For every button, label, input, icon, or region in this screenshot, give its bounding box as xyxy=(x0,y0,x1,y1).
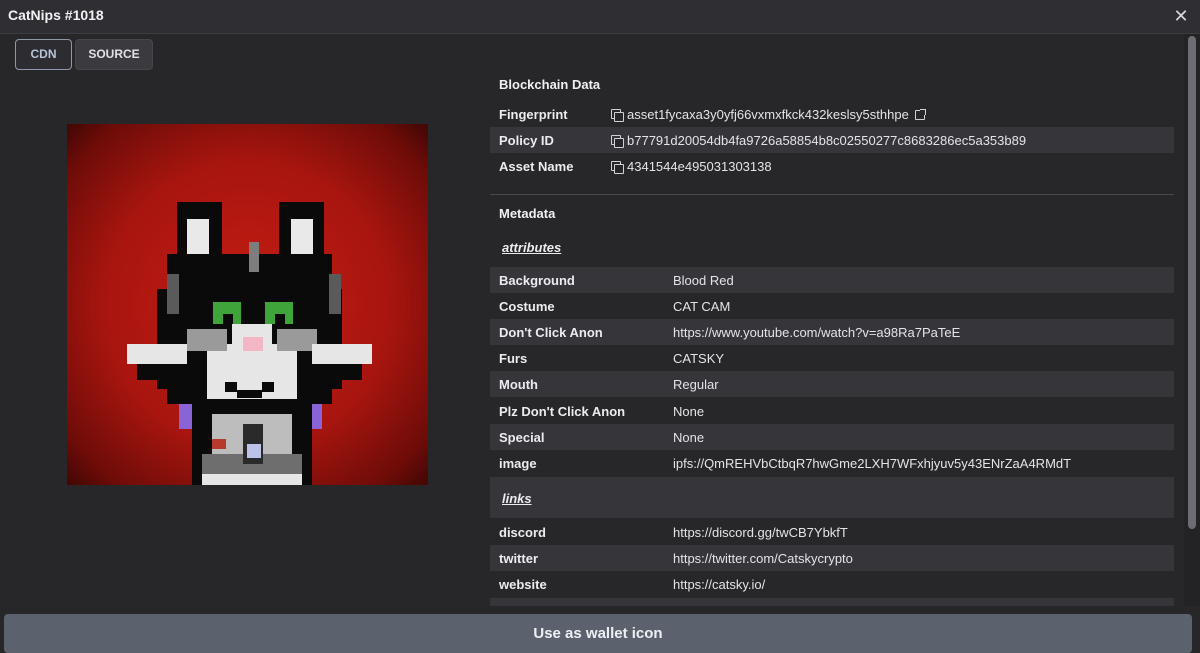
policy-id-value: b77791d20054db4fa9726a58854b8c02550277c8… xyxy=(627,133,1027,148)
copy-icon[interactable] xyxy=(611,109,624,122)
nft-image xyxy=(67,124,428,485)
table-row: Special None xyxy=(490,424,1174,450)
table-row: image ipfs://QmREHVbCtbqR7hwGme2LXH7WFxh… xyxy=(499,456,1072,471)
scrollbar-thumb[interactable] xyxy=(1188,36,1196,529)
table-row: Mouth Regular xyxy=(490,371,1174,397)
table-row: Furs CATSKY xyxy=(499,351,725,366)
footer: Use as wallet icon xyxy=(0,606,1200,653)
copy-icon[interactable] xyxy=(611,135,624,148)
modal-title: CatNips #1018 xyxy=(8,7,104,23)
tab-cdn[interactable]: CDN xyxy=(15,39,72,70)
fingerprint-value: asset1fycaxa3y0yfj66vxmxfkck432keslsy5st… xyxy=(627,107,926,122)
fingerprint-row: Fingerprint asset1fycaxa3y0yfj66vxmxfkck… xyxy=(490,101,1174,127)
attributes-subheading: attributes xyxy=(502,240,562,255)
table-row: discord https://discord.gg/twCB7YbkfT xyxy=(499,525,848,540)
table-row: twitter https://twitter.com/Catskycrypto xyxy=(490,545,1174,571)
asset-name-row: Asset Name 4341544e495031303138 xyxy=(490,153,1174,179)
policy-id-label: Policy ID xyxy=(499,133,554,148)
table-row: Background Blood Red xyxy=(490,267,1174,293)
table-row xyxy=(490,598,1174,606)
asset-name-label: Asset Name xyxy=(499,159,574,174)
external-link-icon[interactable] xyxy=(914,109,926,120)
asset-detail-modal: CatNips #1018 ✕ CDN SOURCE Blockchain Da… xyxy=(0,0,1200,653)
close-icon[interactable]: ✕ xyxy=(1170,5,1192,27)
policy-id-row: Policy ID b77791d20054db4fa9726a58854b8c… xyxy=(490,127,1174,153)
section-divider xyxy=(490,194,1174,195)
table-row: Don't Click Anon https://www.youtube.com… xyxy=(490,319,1174,345)
blockchain-data-heading: Blockchain Data xyxy=(499,77,601,92)
asset-info-panel: Blockchain Data Fingerprint asset1fycaxa… xyxy=(490,66,1184,606)
use-as-wallet-icon-button[interactable]: Use as wallet icon xyxy=(4,614,1192,653)
title-bar: CatNips #1018 ✕ xyxy=(0,0,1200,34)
links-subheading: links xyxy=(490,477,1174,518)
metadata-heading: Metadata xyxy=(499,206,556,221)
tab-source[interactable]: SOURCE xyxy=(75,39,153,70)
table-row: website https://catsky.io/ xyxy=(499,577,766,592)
table-row: Costume CAT CAM xyxy=(499,299,731,314)
copy-icon[interactable] xyxy=(611,161,624,174)
asset-name-value: 4341544e495031303138 xyxy=(627,159,772,174)
fingerprint-label: Fingerprint xyxy=(499,107,568,122)
table-row: Plz Don't Click Anon None xyxy=(499,404,705,419)
